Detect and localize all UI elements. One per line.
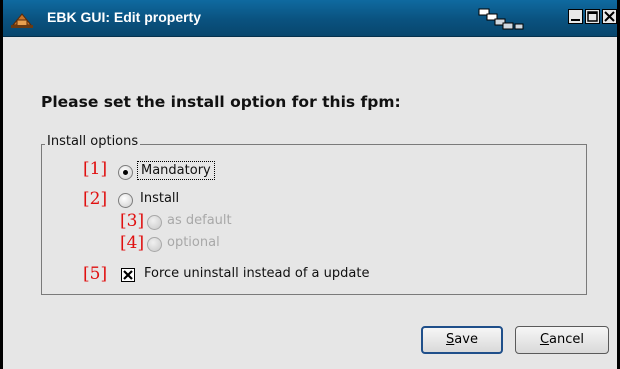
mandatory-label[interactable]: Mandatory: [137, 161, 215, 180]
annotation-tag-4: [4]: [120, 233, 145, 253]
annotation-tag-5: [5]: [83, 264, 108, 284]
annotation-tag-1: [1]: [83, 159, 108, 179]
save-label: ave: [454, 332, 478, 347]
close-icon[interactable]: [602, 9, 617, 24]
mandatory-radio[interactable]: [118, 165, 133, 180]
edit-property-window: EBK GUI: Edit property Please set the in…: [0, 0, 620, 369]
cancel-button[interactable]: Cancel: [515, 326, 609, 354]
minimize-icon[interactable]: [568, 9, 583, 24]
annotation-tag-2: [2]: [83, 189, 108, 209]
install-options-legend: Install options: [45, 134, 141, 149]
annotation-tag-3: [3]: [120, 211, 145, 231]
window-title: EBK GUI: Edit property: [47, 9, 202, 25]
save-button[interactable]: Save: [421, 326, 503, 354]
title-bar[interactable]: EBK GUI: Edit property: [3, 0, 617, 37]
install-label[interactable]: Install: [140, 191, 179, 206]
optional-radio[interactable]: [147, 237, 162, 252]
force-uninstall-checkbox[interactable]: [121, 268, 135, 282]
cancel-label: ancel: [549, 332, 585, 347]
as-default-label: as default: [167, 213, 232, 228]
workspace-pager-icon[interactable]: [477, 7, 533, 31]
install-radio[interactable]: [118, 193, 133, 208]
maximize-icon[interactable]: [585, 9, 600, 24]
as-default-radio[interactable]: [147, 215, 162, 230]
optional-label: optional: [167, 235, 220, 250]
ebk-app-icon[interactable]: [11, 10, 33, 28]
install-prompt: Please set the install option for this f…: [41, 93, 401, 111]
cancel-mnemonic: C: [539, 332, 550, 347]
force-uninstall-label[interactable]: Force uninstall instead of a update: [144, 266, 369, 281]
